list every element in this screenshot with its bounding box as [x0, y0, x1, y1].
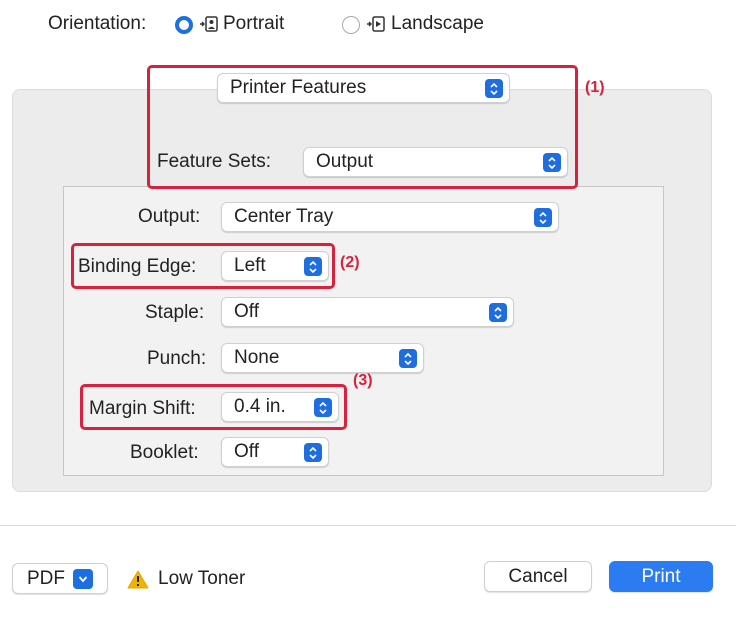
punch-label: Punch:	[147, 348, 207, 369]
landscape-orientation-icon	[366, 14, 386, 37]
staple-popup[interactable]: Off	[221, 297, 514, 327]
booklet-popup[interactable]: Off	[221, 437, 329, 467]
pdf-label: PDF	[27, 567, 65, 589]
landscape-label[interactable]: Landscape	[391, 13, 484, 35]
footer-divider	[0, 525, 736, 526]
pdf-menu-button[interactable]: PDF	[12, 563, 108, 594]
highlight-box-1	[147, 65, 578, 189]
cancel-button[interactable]: Cancel	[484, 561, 592, 592]
up-down-chevron-icon	[489, 303, 507, 322]
punch-value: None	[234, 347, 280, 368]
low-toner-status: Low Toner	[158, 568, 246, 589]
punch-popup[interactable]: None	[221, 343, 424, 373]
orientation-label: Orientation:	[48, 13, 147, 34]
highlight-box-3	[80, 384, 347, 430]
chevron-down-icon	[73, 568, 93, 589]
landscape-radio[interactable]	[342, 16, 360, 34]
output-value: Center Tray	[234, 206, 334, 227]
booklet-value: Off	[234, 441, 259, 462]
warning-icon	[127, 569, 149, 594]
output-popup[interactable]: Center Tray	[221, 202, 559, 232]
booklet-label: Booklet:	[130, 442, 199, 463]
print-button[interactable]: Print	[609, 561, 713, 592]
callout-1: (1)	[585, 79, 605, 96]
portrait-label[interactable]: Portrait	[223, 13, 284, 35]
portrait-orientation-icon	[199, 14, 219, 37]
callout-3: (3)	[353, 372, 373, 389]
staple-label: Staple:	[145, 302, 205, 323]
output-label: Output:	[138, 206, 201, 227]
up-down-chevron-icon	[534, 208, 552, 227]
up-down-chevron-icon	[399, 349, 417, 368]
highlight-box-2	[71, 243, 335, 289]
staple-value: Off	[234, 301, 259, 322]
callout-2: (2)	[340, 254, 360, 271]
portrait-radio[interactable]	[175, 16, 193, 34]
up-down-chevron-icon	[304, 443, 322, 462]
